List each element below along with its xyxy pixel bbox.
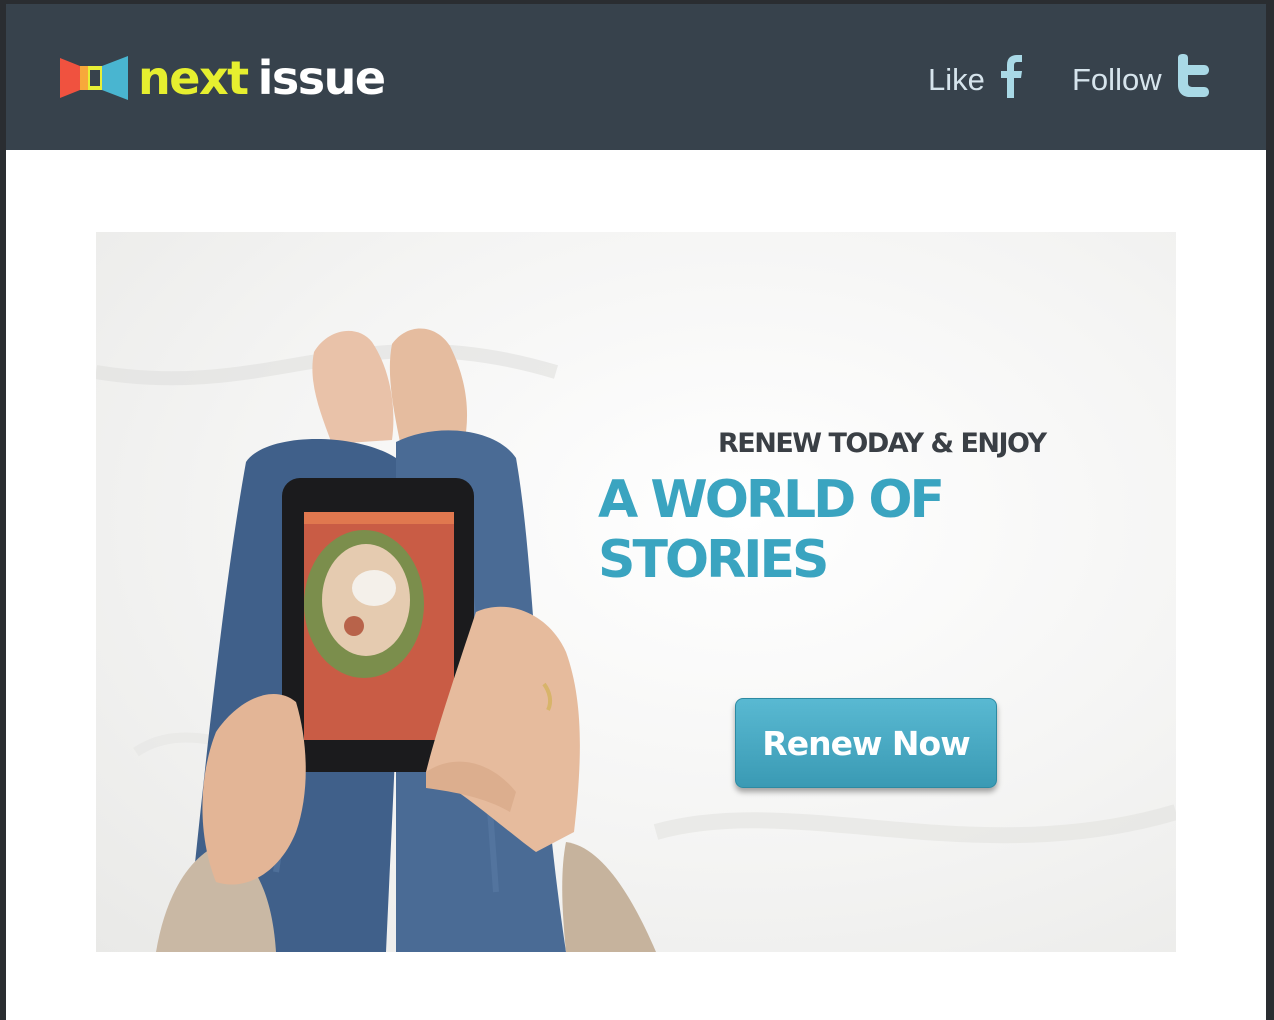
hero-banner: RENEW TODAY & ENJOY A WORLD OF STORIES R… [96, 232, 1176, 952]
like-label: Like [928, 62, 985, 97]
logo-text: next issue [138, 55, 386, 101]
like-link[interactable]: Like [928, 54, 1023, 106]
hero-headline: A WORLD OF STORIES [598, 470, 945, 590]
follow-link[interactable]: Follow [1072, 54, 1212, 106]
email-frame: next issue Like Follow RENEW TODAY & ENJ… [6, 4, 1266, 1020]
logo-word-issue: issue [257, 51, 386, 105]
logo-mark-icon [60, 56, 128, 100]
logo[interactable]: next issue [60, 48, 386, 108]
logo-word-next: next [138, 51, 249, 105]
twitter-icon [1176, 54, 1212, 106]
renew-now-button[interactable]: Renew Now [735, 698, 997, 788]
facebook-icon [999, 54, 1023, 106]
hero-photo [96, 328, 1176, 952]
hero-tagline: RENEW TODAY & ENJOY [718, 428, 1047, 459]
follow-label: Follow [1072, 62, 1162, 97]
header-bar: next issue Like Follow [6, 4, 1266, 150]
